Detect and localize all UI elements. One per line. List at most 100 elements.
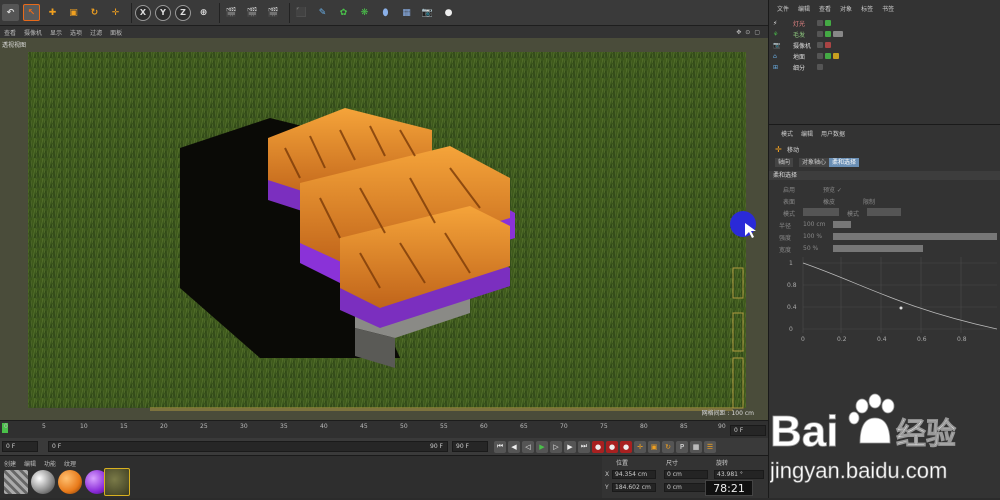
attr-menu-userdata[interactable]: 用户数据 (821, 129, 845, 138)
x-axis-button[interactable]: X (135, 4, 151, 21)
key-position-icon[interactable]: ✛ (634, 440, 646, 453)
width-slider[interactable] (833, 245, 923, 252)
autokey-icon[interactable]: ● (606, 440, 618, 453)
render-view-icon[interactable]: 🎬 (223, 4, 240, 21)
key-rotation-icon[interactable]: ↻ (662, 440, 674, 453)
key-pla-icon[interactable]: ▦ (690, 440, 702, 453)
key-scale-icon[interactable]: ▣ (648, 440, 660, 453)
floor-grid-icon[interactable]: ▦ (398, 4, 415, 21)
tab-object-axis[interactable]: 对象轴心 (799, 158, 830, 167)
object-row[interactable]: 📷 摄像机 (773, 40, 997, 50)
x-position-field[interactable]: 94.354 cm (612, 470, 656, 479)
strength-slider[interactable] (833, 233, 997, 240)
preview-checkbox[interactable]: 预览 ✓ (823, 185, 842, 194)
key-param-icon[interactable]: P (676, 440, 688, 453)
object-row[interactable]: ⚡ 灯光 (773, 18, 997, 28)
object-name[interactable]: 灯光 (793, 19, 805, 28)
transform-tool-icon[interactable]: ✛ (107, 4, 124, 21)
next-key-icon[interactable]: ▶ (564, 440, 576, 453)
falloff-dropdown[interactable] (867, 208, 901, 216)
material-swatch[interactable] (58, 470, 82, 494)
subdivision-icon[interactable]: ✿ (335, 4, 352, 21)
radius-slider[interactable] (833, 221, 851, 228)
obj-menu-object[interactable]: 对象 (840, 4, 852, 13)
coordinate-system-icon[interactable]: ⊕ (195, 4, 212, 21)
material-swatch-selected[interactable] (104, 468, 130, 496)
end-frame-field[interactable]: 90 F (452, 441, 488, 452)
material-menu-function[interactable]: 功能 (44, 459, 56, 468)
tab-axis[interactable]: 轴向 (775, 158, 794, 167)
viewport-zoom-icon[interactable]: ⊙ (745, 29, 750, 36)
attr-menu-mode[interactable]: 模式 (781, 129, 793, 138)
prev-key-icon[interactable]: ◀ (508, 440, 520, 453)
object-name[interactable]: 毛发 (793, 30, 805, 39)
cube-icon[interactable]: ⬛ (293, 4, 310, 21)
viewport-nav-icon[interactable]: ✥ (736, 29, 741, 36)
object-name[interactable]: 摄像机 (793, 41, 811, 50)
move-tool-icon[interactable]: ✚ (44, 4, 61, 21)
menu-camera[interactable]: 摄像机 (24, 28, 42, 37)
pen-spline-icon[interactable]: ✎ (314, 4, 331, 21)
next-frame-icon[interactable]: ▷ (550, 440, 562, 453)
material-swatch[interactable] (4, 470, 28, 494)
obj-menu-edit[interactable]: 编辑 (798, 4, 810, 13)
z-axis-button[interactable]: Z (175, 4, 191, 21)
obj-menu-view[interactable]: 查看 (819, 4, 831, 13)
frame-range-slider[interactable]: 0 F 90 F (48, 441, 448, 452)
prev-frame-icon[interactable]: ◁ (522, 440, 534, 453)
object-row[interactable]: ⊞ 细分 (773, 62, 997, 72)
y-position-field[interactable]: 184.602 cm (612, 483, 656, 492)
x-tick: 0.6 (917, 336, 927, 343)
scale-tool-icon[interactable]: ▣ (65, 4, 82, 21)
menu-display[interactable]: 显示 (50, 28, 62, 37)
radius-value[interactable]: 100 cm (803, 221, 826, 228)
tab-soft-selection[interactable]: 柔和选择 (829, 158, 860, 167)
object-name[interactable]: 地面 (793, 52, 805, 61)
timeline-window-icon[interactable]: ☰ (704, 440, 716, 453)
object-name[interactable]: 细分 (793, 63, 805, 72)
material-menu-edit[interactable]: 编辑 (24, 459, 36, 468)
menu-view[interactable]: 查看 (4, 28, 16, 37)
goto-end-icon[interactable]: ⏭ (578, 440, 590, 453)
rubber-option[interactable]: 橡皮 (823, 197, 835, 206)
y-size-field[interactable]: 0 cm (664, 483, 708, 492)
menu-panel[interactable]: 面板 (110, 28, 122, 37)
timeline-ruler[interactable]: 0 5 10 15 20 25 30 35 40 45 50 55 60 65 … (0, 420, 768, 438)
material-swatch[interactable] (31, 470, 55, 494)
array-icon[interactable]: ❋ (356, 4, 373, 21)
obj-menu-file[interactable]: 文件 (777, 4, 789, 13)
mode-dropdown[interactable] (803, 208, 839, 216)
y-axis-button[interactable]: Y (155, 4, 171, 21)
light-icon[interactable]: ● (440, 4, 457, 21)
camera-icon[interactable]: 📷 (419, 4, 436, 21)
viewport-layout-icon[interactable]: ▢ (754, 29, 760, 36)
attr-menu-edit[interactable]: 编辑 (801, 129, 813, 138)
material-menu-create[interactable]: 创建 (4, 459, 16, 468)
falloff-curve-graph[interactable]: 1 0.8 0.4 0 0 0.2 0.4 0.6 0.8 (781, 253, 997, 343)
undo-icon[interactable]: ↶ (2, 4, 19, 21)
obj-menu-tag[interactable]: 标签 (861, 4, 873, 13)
perspective-viewport[interactable]: 透视视图 网格间距 : 100 cm (0, 38, 768, 420)
object-row[interactable]: ⌂ 地面 (773, 51, 997, 61)
goto-start-icon[interactable]: ⏮ (494, 440, 506, 453)
restrict-label[interactable]: 限制 (863, 197, 875, 206)
material-menu-texture[interactable]: 纹理 (64, 459, 76, 468)
deformer-icon[interactable]: ⬮ (377, 4, 394, 21)
play-icon[interactable]: ▶ (536, 440, 548, 453)
select-tool-icon[interactable]: ↖ (23, 4, 40, 21)
rotate-tool-icon[interactable]: ↻ (86, 4, 103, 21)
h-rotation-field[interactable]: 43.981 ° (714, 470, 764, 479)
keyframe-selection-icon[interactable]: ● (620, 440, 632, 453)
obj-menu-bookmark[interactable]: 书签 (882, 4, 894, 13)
width-value[interactable]: 50 % (803, 245, 818, 252)
start-frame-field[interactable]: 0 F (2, 441, 38, 452)
x-size-field[interactable]: 0 cm (664, 470, 708, 479)
current-frame-field[interactable]: 0 F (730, 425, 766, 436)
strength-value[interactable]: 100 % (803, 233, 822, 240)
render-picture-icon[interactable]: 🎬 (244, 4, 261, 21)
record-icon[interactable]: ● (592, 440, 604, 453)
object-row[interactable]: ⚘ 毛发 (773, 29, 997, 39)
menu-options[interactable]: 选项 (70, 28, 82, 37)
menu-filter[interactable]: 过滤 (90, 28, 102, 37)
render-settings-icon[interactable]: 🎬 (265, 4, 282, 21)
